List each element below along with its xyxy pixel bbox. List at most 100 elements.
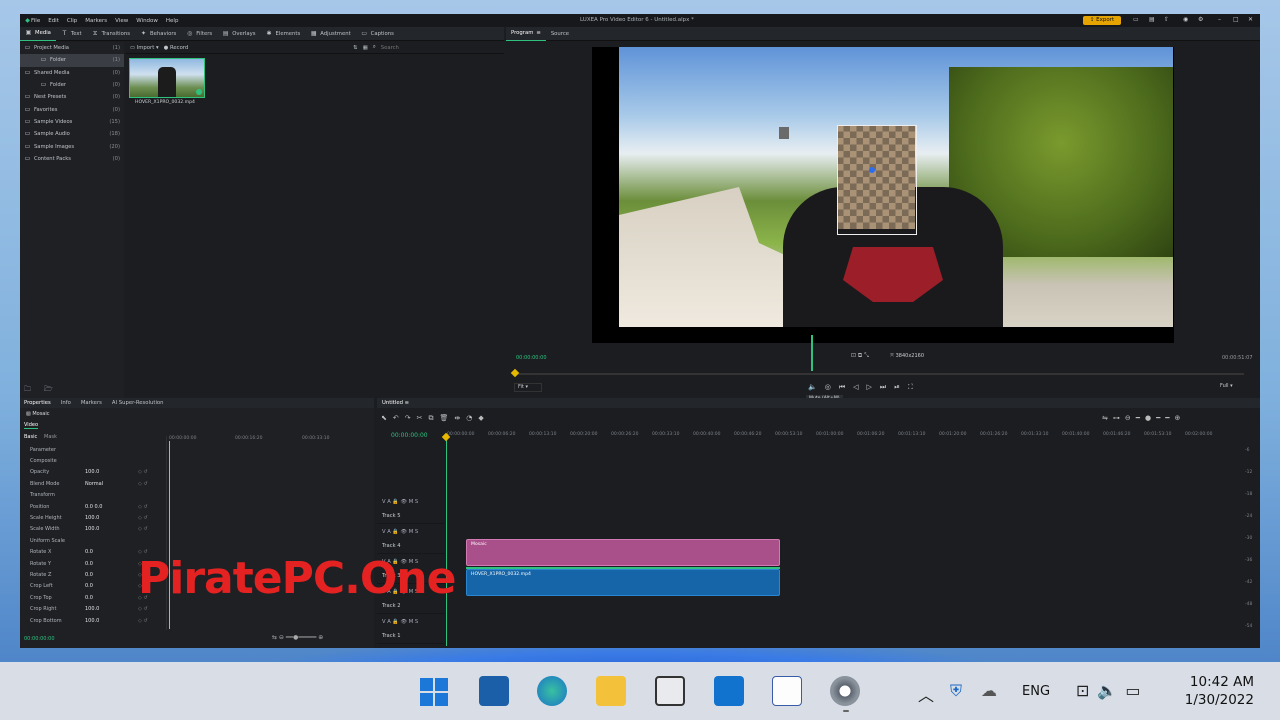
- edge-icon[interactable]: [537, 676, 567, 706]
- play-icon[interactable]: ▷: [867, 383, 880, 391]
- share-icon[interactable]: ⇧: [1164, 16, 1169, 23]
- property-value[interactable]: 0.0: [85, 572, 93, 578]
- keyframe-icon[interactable]: ◇ ↺: [138, 606, 148, 612]
- zoom-controls[interactable]: ⇆ ⊖ ━━●━━━━━ ⊕: [272, 634, 323, 641]
- speed-icon[interactable]: ◔: [466, 414, 478, 422]
- video-section-tab[interactable]: Video: [24, 422, 39, 429]
- mosaic-clip[interactable]: Mosaic: [466, 539, 780, 566]
- sidebar-item-folder[interactable]: ▭ Folder (1): [20, 54, 124, 67]
- folder-icon[interactable]: 🗁: [44, 385, 53, 396]
- property-value[interactable]: 100.0: [85, 526, 99, 532]
- file-explorer-icon[interactable]: [596, 676, 626, 706]
- store-icon[interactable]: [655, 676, 685, 706]
- next-frame-icon[interactable]: ⏭: [880, 383, 894, 391]
- view-icon[interactable]: ▦: [363, 45, 368, 51]
- sidebar-item-project-media[interactable]: ▭ Project Media (1): [20, 42, 124, 54]
- tab-captions[interactable]: ▭ Captions: [356, 27, 399, 41]
- timeline-ruler[interactable]: 00:00:00:00 00:00:06:20 00:00:13:10 00:00:2…: [447, 432, 1237, 440]
- property-value[interactable]: 100.0: [85, 469, 99, 475]
- export-button[interactable]: ⇪ Export: [1083, 16, 1121, 25]
- snap-icon[interactable]: ⇋: [1102, 414, 1113, 422]
- sidebar-item-sample-audio[interactable]: ▭ Sample Audio (18): [20, 128, 124, 140]
- tab-text[interactable]: T Text: [56, 27, 87, 41]
- keyframe-icon[interactable]: ◇ ↺: [138, 481, 148, 487]
- new-folder-icon[interactable]: 🗀: [24, 385, 31, 396]
- link-icon[interactable]: ⊶: [1113, 414, 1125, 422]
- fit-select[interactable]: Fit ▾: [514, 383, 542, 392]
- sidebar-item-sample-videos[interactable]: ▭ Sample Videos (15): [20, 116, 124, 128]
- sidebar-item-content-packs[interactable]: ▭ Content Packs (0): [20, 153, 124, 165]
- prop-tab-properties[interactable]: Properties: [24, 400, 51, 406]
- clock-date[interactable]: 1/30/2022: [1180, 692, 1254, 708]
- property-value[interactable]: 0.0 0.0: [85, 504, 103, 510]
- video-clip[interactable]: HOVER_X1PRO_0032.mp4: [466, 569, 780, 596]
- select-tool-icon[interactable]: ⬉: [381, 414, 393, 422]
- windows-start-icon[interactable]: [419, 676, 449, 706]
- clock-time[interactable]: 10:42 AM: [1184, 674, 1254, 690]
- settings-icon[interactable]: ⚙: [1198, 16, 1203, 23]
- transform-handle[interactable]: [869, 167, 875, 173]
- safe-zone-icon[interactable]: ⊡ ⧉ ⤡: [851, 352, 869, 360]
- keyframe-icon[interactable]: ◇ ↺: [138, 526, 148, 532]
- zoom-out-icon[interactable]: ⊖: [1125, 414, 1136, 422]
- tab-overlays[interactable]: ▤ Overlays: [217, 27, 260, 41]
- sidebar-item-shared-media[interactable]: ▭ Shared Media (0): [20, 67, 124, 79]
- copy-icon[interactable]: ⧉: [429, 414, 440, 422]
- back-icon[interactable]: ◁: [853, 383, 866, 391]
- property-value[interactable]: 0.0: [85, 561, 93, 567]
- prop-tab-info[interactable]: Info: [61, 400, 71, 406]
- import-button[interactable]: ▭ Import ▾: [130, 45, 159, 51]
- property-value[interactable]: Normal: [85, 481, 103, 487]
- filter-icon[interactable]: ⇅: [353, 45, 357, 51]
- mute-icon[interactable]: 🔈: [808, 383, 825, 391]
- tray-chevron-icon[interactable]: ︿: [918, 682, 934, 706]
- snapshot-icon[interactable]: ◎: [825, 383, 839, 391]
- language-indicator[interactable]: ENG: [1022, 684, 1050, 699]
- security-icon[interactable]: ⛨: [950, 681, 962, 701]
- zoom-slider[interactable]: ━●━━: [1136, 414, 1175, 422]
- record-button[interactable]: ● Record: [164, 45, 189, 51]
- menu-markers[interactable]: Markers: [85, 18, 107, 24]
- sidebar-item-favorites[interactable]: ▭ Favorites (0): [20, 103, 124, 115]
- search-icon[interactable]: ⌕: [373, 44, 376, 51]
- timeline-playhead[interactable]: [446, 438, 447, 646]
- mosaic-bounding-box[interactable]: [837, 125, 917, 235]
- menu-help[interactable]: Help: [166, 18, 179, 24]
- property-value[interactable]: 0.0: [85, 595, 93, 601]
- redo-icon[interactable]: ↷: [405, 414, 417, 422]
- menu-edit[interactable]: Edit: [48, 18, 59, 24]
- keyframe-icon[interactable]: ◇ ↺: [138, 504, 148, 510]
- track-controls[interactable]: V A 🔒 👁 M S: [382, 499, 418, 505]
- fullscreen-icon[interactable]: ⛶: [908, 383, 921, 391]
- tab-source[interactable]: Source: [546, 27, 574, 41]
- battery-icon[interactable]: ▭: [1125, 681, 1148, 700]
- minimize-button[interactable]: –: [1218, 16, 1221, 23]
- property-value[interactable]: 0.0: [85, 583, 93, 589]
- keyframe-icon[interactable]: ◇ ↺: [138, 469, 148, 475]
- zoom-in-icon[interactable]: ⊕: [1175, 414, 1186, 422]
- timeline-tab[interactable]: Untitled ≡: [377, 398, 1260, 408]
- menu-clip[interactable]: Clip: [67, 18, 77, 24]
- track-controls[interactable]: V A 🔒 👁 M S: [382, 529, 418, 535]
- tab-behaviors[interactable]: ✦ Behaviors: [135, 27, 181, 41]
- quality-select[interactable]: Full ▾: [1220, 383, 1250, 392]
- razor-icon[interactable]: ✂: [417, 414, 429, 422]
- end-icon[interactable]: ⏯: [894, 383, 908, 391]
- basic-subtab[interactable]: Basic: [24, 434, 37, 440]
- split-icon[interactable]: ⇹: [454, 414, 466, 422]
- widgets-icon[interactable]: [479, 676, 509, 706]
- search-input[interactable]: Search: [381, 45, 399, 51]
- menu-window[interactable]: Window: [136, 18, 158, 24]
- resolution-badge[interactable]: ⤧ 3840x2160: [890, 353, 924, 359]
- tab-adjustment[interactable]: ▦ Adjustment: [305, 27, 355, 41]
- mail-icon[interactable]: [714, 676, 744, 706]
- prop-tab-markers[interactable]: Markers: [81, 400, 102, 406]
- save-icon[interactable]: ▤: [1149, 16, 1155, 23]
- preview-scrubber[interactable]: [514, 373, 1244, 375]
- property-value[interactable]: 100.0: [85, 606, 99, 612]
- editor-taskbar-icon[interactable]: [772, 676, 802, 706]
- keyframe-icon[interactable]: ◇ ↺: [138, 618, 148, 624]
- sidebar-item-nest-presets[interactable]: ▭ Nest Presets (0): [20, 91, 124, 103]
- sidebar-item-sample-images[interactable]: ▭ Sample Images (20): [20, 140, 124, 152]
- close-button[interactable]: ✕: [1248, 16, 1253, 23]
